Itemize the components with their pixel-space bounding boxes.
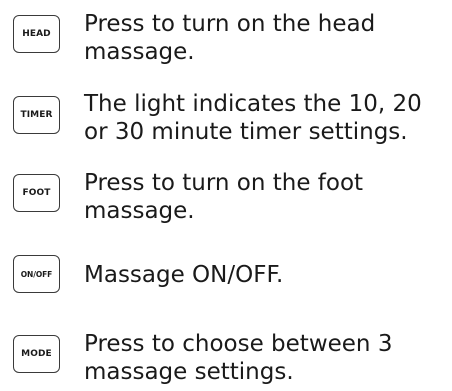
timer-description: The light indicates the 10, 20 or 30 min… — [84, 91, 422, 145]
foot-description: Press to turn on the foot massage. — [84, 170, 364, 224]
onoff-description: Massage ON/OFF. — [84, 262, 284, 288]
onoff-button-icon: ON/OFF — [13, 255, 60, 293]
foot-button-label: FOOT — [22, 188, 51, 198]
foot-button-icon: FOOT — [13, 174, 60, 212]
mode-button-label: MODE — [21, 349, 52, 359]
onoff-button-label: ON/OFF — [20, 269, 53, 279]
head-button-icon: HEAD — [13, 15, 60, 53]
head-button-label: HEAD — [22, 29, 51, 39]
mode-button-icon: MODE — [13, 335, 60, 373]
mode-description: Press to choose between 3 massage settin… — [84, 331, 393, 385]
timer-button-label: TIMER — [20, 110, 53, 120]
timer-button-icon: TIMER — [13, 96, 60, 134]
head-description: Press to turn on the head massage. — [84, 11, 376, 65]
